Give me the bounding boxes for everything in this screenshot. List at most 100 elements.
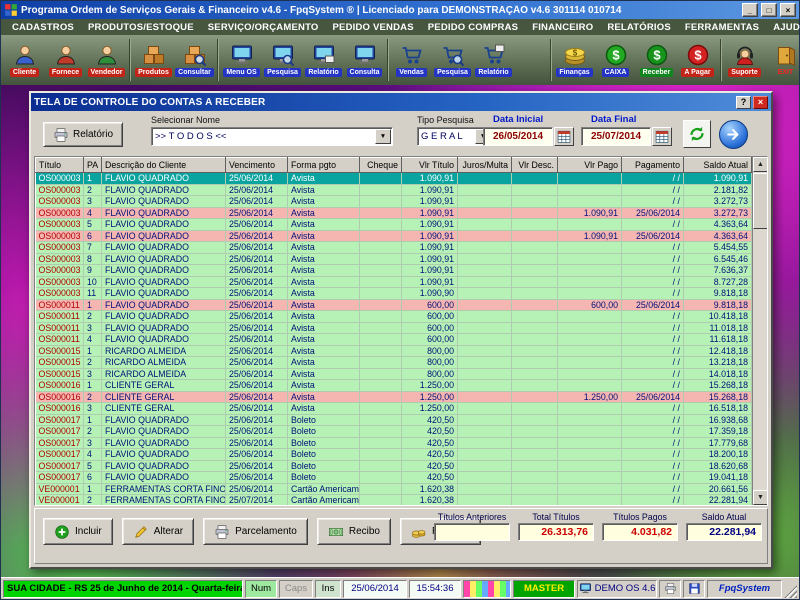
data-inicial-calendar-button[interactable]: [554, 127, 574, 146]
grid-row[interactable]: VE000001 1 FERRAMENTAS CORTA FINO 25/06/201…: [35, 483, 752, 495]
toolbar-button-relatorio[interactable]: Relatório: [303, 43, 344, 77]
grid-row[interactable]: OS000015 2 RICARDO ALMEIDA 25/06/2014 Avista…: [35, 356, 752, 369]
cell-vlr-titulo: 1.090,91: [401, 184, 458, 196]
grid-row[interactable]: OS000016 1 CLIENTE GERAL 25/06/2014 Avista 1.…: [35, 379, 752, 392]
grid-row[interactable]: OS000011 3 FLAVIO QUADRADO 25/06/2014 Avista…: [35, 322, 752, 334]
toolbar-button-receber[interactable]: $ Receber: [636, 43, 677, 77]
grid-row[interactable]: OS000003 6 FLAVIO QUADRADO 25/06/2014 Avista…: [35, 230, 752, 242]
toolbar-button-produtos[interactable]: Produtos: [133, 43, 174, 77]
grid-row[interactable]: OS000003 1 FLAVIO QUADRADO 25/06/2014 Avista…: [35, 172, 752, 185]
cell-titulo: VE000001: [35, 494, 84, 505]
toolbar-button-financas[interactable]: $ Finanças: [554, 43, 595, 77]
maximize-button[interactable]: □: [761, 3, 777, 17]
toolbar-button-a-pagar[interactable]: $ A Pagar: [677, 43, 718, 77]
scrollbar-thumb[interactable]: [753, 173, 767, 229]
toolbar-button-menu-os[interactable]: Menu OS: [221, 43, 262, 77]
grid-row[interactable]: OS000003 8 FLAVIO QUADRADO 25/06/2014 Avista…: [35, 253, 752, 265]
resize-grip[interactable]: [784, 585, 797, 598]
parcelamento-button[interactable]: Parcelamento: [203, 518, 308, 545]
grid-row[interactable]: OS000011 2 FLAVIO QUADRADO 25/06/2014 Avista…: [35, 310, 752, 323]
scroll-up-icon[interactable]: ▲: [753, 157, 767, 172]
menu-item-produtos-estoque[interactable]: PRODUTOS/ESTOQUE: [81, 22, 201, 33]
cell-vlr-pago: [557, 494, 622, 505]
menu-item-financeiro[interactable]: FINANCEIRO: [525, 22, 600, 33]
toolbar-button-pesquisa[interactable]: Pesquisa: [262, 43, 303, 77]
grid-row[interactable]: OS000003 4 FLAVIO QUADRADO 25/06/2014 Avista…: [35, 207, 752, 219]
grid-row[interactable]: OS000011 1 FLAVIO QUADRADO 25/06/2014 Avista…: [35, 299, 752, 311]
grid-row[interactable]: OS000003 9 FLAVIO QUADRADO 25/06/2014 Avista…: [35, 264, 752, 277]
close-button[interactable]: ×: [780, 3, 796, 17]
cell-pa: 10: [83, 276, 102, 288]
grid-row[interactable]: OS000017 6 FLAVIO QUADRADO 25/06/2014 Boleto…: [35, 471, 752, 484]
cell-vlr-titulo: 600,00: [401, 299, 458, 311]
cell-saldo-atual: 11.618,18: [683, 333, 752, 346]
grid-vertical-scrollbar[interactable]: ▲ ▼: [752, 157, 767, 505]
cell-cheque: [359, 425, 402, 438]
cell-forma-pgto: Avista: [287, 241, 360, 254]
tipo-pesquisa-combo[interactable]: G E R A L ▼: [417, 127, 493, 146]
data-final-field[interactable]: 25/07/2014: [581, 127, 651, 146]
cell-pa: 3: [83, 402, 102, 415]
grid-row[interactable]: VE000001 2 FERRAMENTAS CORTA FINO 25/07/201…: [35, 494, 752, 505]
select-name-combo[interactable]: >> T O D O S << ▼: [151, 127, 393, 146]
grid-row[interactable]: OS000017 4 FLAVIO QUADRADO 25/06/2014 Boleto…: [35, 448, 752, 461]
grid-row[interactable]: OS000015 1 RICARDO ALMEIDA 25/06/2014 Avista…: [35, 345, 752, 357]
toolbar-button-vendas[interactable]: Vendas: [391, 43, 432, 77]
toolbar-button-suporte[interactable]: Suporte: [724, 43, 765, 77]
menu-item-ferramentas[interactable]: FERRAMENTAS: [678, 22, 766, 33]
menu-item-pedido-vendas[interactable]: PEDIDO VENDAS: [326, 22, 421, 33]
chevron-down-icon[interactable]: ▼: [375, 129, 391, 144]
cell-vencimento: 25/06/2014: [225, 368, 288, 380]
cell-saldo-atual: 6.545,46: [683, 253, 752, 265]
cell-juros-multa: [457, 230, 512, 242]
grid-row[interactable]: OS000017 1 FLAVIO QUADRADO 25/06/2014 Boleto…: [35, 414, 752, 426]
toolbar-button-vendedor[interactable]: Vendedor: [86, 43, 127, 77]
grid-row[interactable]: OS000003 11 FLAVIO QUADRADO 25/06/2014 Avist…: [35, 287, 752, 300]
toolbar-button-fornece[interactable]: Fornece: [45, 43, 86, 77]
recibo-button[interactable]: Recibo: [316, 518, 391, 545]
report-button[interactable]: Relatório: [43, 122, 123, 147]
grid-row[interactable]: OS000003 2 FLAVIO QUADRADO 25/06/2014 Avista…: [35, 184, 752, 196]
data-inicial-field[interactable]: 26/05/2014: [483, 127, 553, 146]
grid-row[interactable]: OS000003 10 FLAVIO QUADRADO 25/06/2014 Avist…: [35, 276, 752, 288]
grid-row[interactable]: OS000015 3 RICARDO ALMEIDA 25/06/2014 Avista…: [35, 368, 752, 380]
menu-item-pedido-compras[interactable]: PEDIDO COMPRAS: [421, 22, 525, 33]
toolbar-button-exit[interactable]: EXIT: [765, 43, 800, 77]
grid-row[interactable]: OS000017 3 FLAVIO QUADRADO 25/06/2014 Boleto…: [35, 437, 752, 449]
data-inicial-label: Data Inicial: [493, 114, 544, 125]
alterar-button[interactable]: Alterar: [121, 518, 195, 545]
next-button[interactable]: [719, 120, 748, 149]
refresh-button[interactable]: [683, 120, 711, 148]
toolbar-button-caixa[interactable]: $ CAIXA: [595, 43, 636, 77]
status-location: SUA CIDADE - RS 25 de Junho de 2014 - Qu…: [3, 579, 243, 598]
menu-item-servico-orcamento[interactable]: SERVIÇO/ORÇAMENTO: [201, 22, 326, 33]
menu-item-cadastros[interactable]: CADASTROS: [5, 22, 81, 33]
menu-item-ajuda[interactable]: AJUDA: [766, 22, 800, 33]
cell-descricao-do-cliente: FLAVIO QUADRADO: [101, 276, 226, 288]
window-close-button[interactable]: ×: [753, 95, 768, 109]
scroll-down-icon[interactable]: ▼: [753, 490, 767, 505]
cell-titulo: OS000017: [35, 425, 84, 438]
minimize-button[interactable]: _: [742, 3, 758, 17]
cell-pagamento: / /: [621, 356, 684, 369]
grid-row[interactable]: OS000003 7 FLAVIO QUADRADO 25/06/2014 Avista…: [35, 241, 752, 254]
cell-descricao-do-cliente: FLAVIO QUADRADO: [101, 310, 226, 323]
grid-row[interactable]: OS000003 3 FLAVIO QUADRADO 25/06/2014 Avista…: [35, 195, 752, 208]
toolbar-button-cliente[interactable]: Cliente: [4, 43, 45, 77]
cell-pagamento: 25/06/2014: [621, 391, 684, 403]
cell-vlr-pago: [557, 322, 622, 334]
data-final-calendar-button[interactable]: [652, 127, 672, 146]
help-button[interactable]: ?: [736, 95, 751, 109]
grid-row[interactable]: OS000011 4 FLAVIO QUADRADO 25/06/2014 Avista…: [35, 333, 752, 346]
toolbar-button-consultar[interactable]: Consultar: [174, 43, 215, 77]
toolbar-button-consulta[interactable]: Consulta: [344, 43, 385, 77]
incluir-button[interactable]: Incluir: [43, 518, 113, 545]
menu-item-relatorios[interactable]: RELATÓRIOS: [600, 22, 678, 33]
grid-row[interactable]: OS000017 2 FLAVIO QUADRADO 25/06/2014 Boleto…: [35, 425, 752, 438]
toolbar-button-relatorio-2[interactable]: Relatório: [473, 43, 514, 77]
toolbar-button-pesquisa-2[interactable]: Pesquisa: [432, 43, 473, 77]
grid-row[interactable]: OS000017 5 FLAVIO QUADRADO 25/06/2014 Boleto…: [35, 460, 752, 472]
grid-row[interactable]: OS000003 5 FLAVIO QUADRADO 25/06/2014 Avista…: [35, 218, 752, 231]
grid-row[interactable]: OS000016 3 CLIENTE GERAL 25/06/2014 Avista 1.…: [35, 402, 752, 415]
grid-row[interactable]: OS000016 2 CLIENTE GERAL 25/06/2014 Avista 1.…: [35, 391, 752, 403]
